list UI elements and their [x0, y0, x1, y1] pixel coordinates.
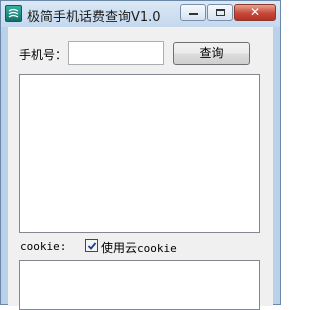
minimize-icon	[189, 13, 198, 15]
minimize-button[interactable]	[180, 4, 206, 21]
title-bar[interactable]: 极简手机话费查询V1.0 ✕	[1, 1, 280, 27]
result-textarea[interactable]	[19, 74, 260, 233]
maximize-icon	[216, 9, 225, 16]
cookie-label: cookie:	[20, 240, 67, 253]
phone-input[interactable]	[68, 41, 164, 65]
query-button[interactable]: 查询	[173, 42, 250, 65]
client-area: 手机号： 查询 cookie: 使用云cookie	[8, 27, 273, 310]
window-title: 极简手机话费查询V1.0	[27, 10, 161, 25]
app-logo-icon	[5, 5, 22, 22]
close-button[interactable]: ✕	[234, 4, 276, 21]
use-cloud-cookie-suffix: cookie	[137, 242, 177, 255]
caption-buttons: ✕	[179, 4, 276, 21]
use-cloud-cookie-prefix: 使用云	[101, 241, 138, 255]
checkmark-icon	[87, 242, 97, 250]
close-icon: ✕	[249, 5, 261, 19]
use-cloud-cookie-label[interactable]: 使用云cookie	[101, 239, 177, 256]
app-window: 极简手机话费查询V1.0 ✕ 手机号： 查询 cookie: 使用云cookie	[0, 0, 281, 310]
use-cloud-cookie-checkbox[interactable]	[85, 239, 98, 252]
cookie-textarea[interactable]	[19, 260, 260, 310]
phone-label: 手机号：	[19, 48, 68, 62]
maximize-button[interactable]	[207, 4, 233, 21]
